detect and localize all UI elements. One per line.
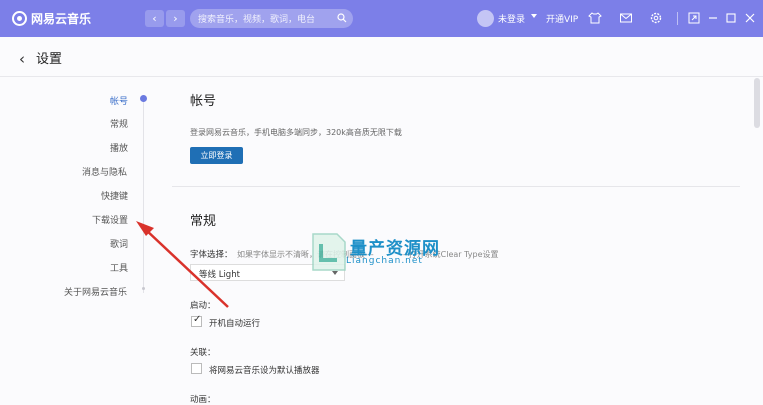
default-player-checkbox[interactable]	[191, 363, 202, 374]
page-title: 设置	[36, 52, 63, 67]
mail-icon[interactable]	[619, 11, 633, 25]
title-bar-divider	[677, 12, 678, 25]
title-bar: 网易云音乐 ‹ › 搜索音乐，视频，歌词，电台 未登录 开通VIP	[0, 0, 763, 37]
chevron-down-icon[interactable]	[531, 14, 537, 18]
maximize-icon[interactable]	[724, 11, 738, 25]
default-player-option-label[interactable]: 将网易云音乐设为默认播放器	[209, 364, 320, 376]
checkmark-icon: ✓	[193, 314, 202, 325]
back-button[interactable]: ‹	[145, 10, 164, 27]
sidebar-item-shortcuts[interactable]: 快捷键	[101, 189, 730, 202]
startup-option-label[interactable]: 开机自动运行	[209, 317, 260, 329]
minimize-icon[interactable]	[706, 11, 720, 25]
login-button[interactable]: 立即登录	[190, 147, 243, 164]
close-icon[interactable]	[743, 11, 757, 25]
search-input[interactable]: 搜索音乐，视频，歌词，电台	[190, 9, 353, 28]
netease-logo-icon	[12, 11, 27, 26]
account-description: 登录网易云音乐，手机电脑多端同步，320k高音质无限下载	[190, 128, 402, 137]
search-placeholder: 搜索音乐，视频，歌词，电台	[198, 15, 316, 25]
watermark-logo	[312, 233, 346, 271]
font-select-value: 等线 Light	[199, 270, 240, 280]
settings-header	[0, 37, 763, 77]
skin-icon[interactable]	[588, 11, 602, 25]
app-logo[interactable]: 网易云音乐	[12, 10, 91, 27]
section-divider	[172, 186, 740, 187]
startup-label: 启动：	[190, 301, 216, 311]
avatar[interactable]	[477, 10, 494, 27]
general-section-title: 常规	[190, 214, 217, 229]
settings-icon[interactable]	[649, 11, 663, 25]
startup-checkbox[interactable]: ✓	[191, 314, 202, 327]
account-section-title: 帐号	[190, 94, 217, 109]
app-name: 网易云音乐	[31, 12, 92, 26]
sidebar-item-download[interactable]: 下载设置	[92, 213, 730, 226]
search-icon[interactable]	[337, 13, 347, 23]
scrollbar[interactable]	[754, 78, 760, 128]
watermark-domain: Liangchan.net	[346, 256, 423, 266]
animation-label: 动画：	[190, 395, 216, 405]
association-label: 关联：	[190, 348, 216, 358]
font-label: 字体选择：	[190, 250, 233, 260]
mini-mode-icon[interactable]	[687, 11, 701, 25]
sidebar-item-about[interactable]: 关于网易云音乐	[64, 285, 730, 298]
forward-button[interactable]: ›	[166, 10, 185, 27]
settings-back-button[interactable]: ‹	[19, 50, 25, 68]
sidebar-item-privacy[interactable]: 消息与隐私	[82, 165, 730, 178]
login-status[interactable]: 未登录	[498, 12, 525, 25]
vip-button[interactable]: 开通VIP	[546, 12, 578, 25]
